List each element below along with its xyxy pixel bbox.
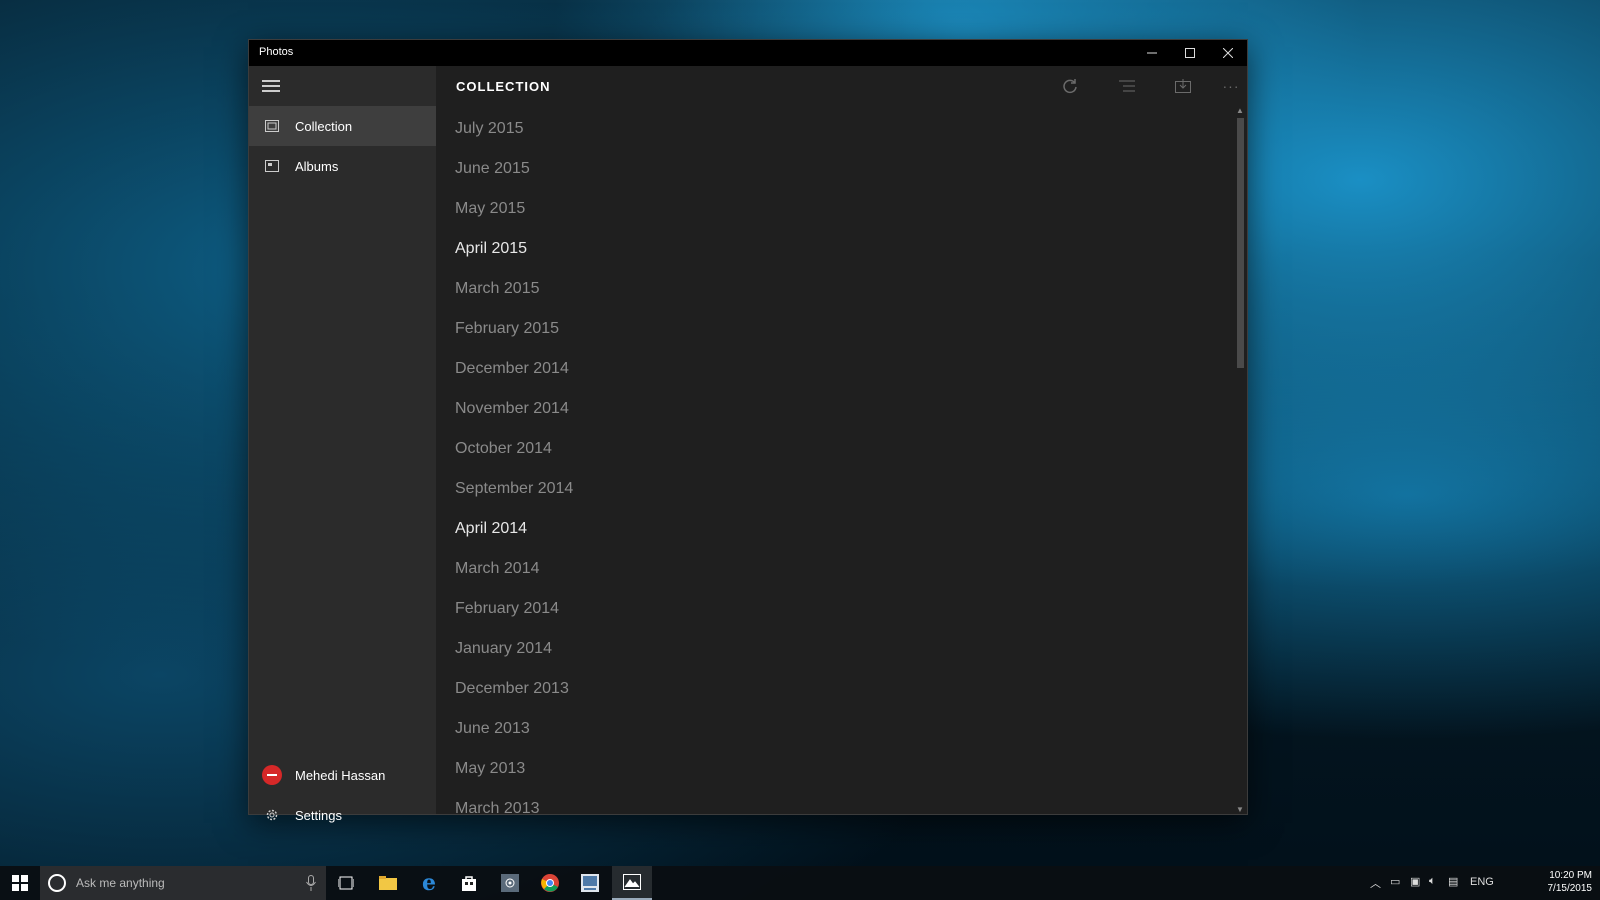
refresh-button[interactable] (1058, 74, 1082, 98)
scroll-up-icon[interactable]: ▲ (1236, 106, 1244, 115)
list-item[interactable]: May 2013 (455, 760, 525, 778)
volume-icon[interactable]: 🔈︎ (1429, 875, 1436, 888)
task-view-button[interactable] (326, 866, 366, 900)
list-item[interactable]: March 2014 (455, 560, 540, 578)
list-item[interactable]: June 2015 (455, 160, 530, 178)
sidebar-item-collection[interactable]: Collection (249, 106, 436, 146)
microphone-icon[interactable] (306, 875, 316, 891)
taskbar: Ask me anything e ︿ ▭ ▣ 🔈︎ ▤ ENG 10:20 P… (0, 866, 1600, 900)
list-item[interactable]: June 2013 (455, 720, 530, 738)
maximize-icon (1185, 48, 1195, 58)
window-title: Photos (259, 46, 294, 58)
chrome-icon (541, 874, 559, 892)
media-app-icon (501, 874, 519, 892)
user-account-item[interactable]: Mehedi Hassan (249, 755, 436, 795)
collection-icon (249, 120, 295, 132)
maximize-button[interactable] (1171, 40, 1209, 66)
chrome-button[interactable] (530, 866, 570, 900)
photos-window: Photos Collection Albums Mehedi Hassan S… (248, 39, 1248, 823)
list-item[interactable]: March 2013 (455, 800, 540, 814)
sidebar-item-settings[interactable]: Settings (249, 795, 436, 835)
hamburger-menu-button[interactable] (262, 80, 280, 94)
scrollbar-thumb[interactable] (1237, 118, 1244, 368)
list-item[interactable]: May 2015 (455, 200, 525, 218)
content-header: COLLECTION ··· (436, 66, 1247, 106)
settings-label: Settings (295, 807, 342, 823)
list-item[interactable]: October 2014 (455, 440, 552, 458)
select-list-icon (1119, 80, 1135, 92)
vertical-scrollbar[interactable]: ▲ ▼ (1233, 106, 1247, 814)
month-list[interactable]: July 2015 June 2015 May 2015 April 2015 … (436, 106, 1233, 814)
language-indicator[interactable]: ENG (1470, 876, 1494, 888)
file-explorer-button[interactable] (368, 866, 408, 900)
sidebar: Collection Albums Mehedi Hassan Settings (249, 66, 436, 823)
store-button[interactable] (449, 866, 489, 900)
refresh-icon (1063, 79, 1077, 94)
battery-icon[interactable]: ▭ (1390, 875, 1400, 888)
user-name: Mehedi Hassan (295, 767, 386, 783)
chevron-up-icon[interactable]: ︿ (1370, 875, 1381, 891)
edge-icon: e (422, 870, 436, 896)
search-placeholder: Ask me anything (76, 876, 165, 890)
scroll-down-icon[interactable]: ▼ (1236, 805, 1244, 814)
sidebar-item-label: Albums (295, 158, 339, 174)
gear-icon (249, 808, 295, 822)
list-item[interactable]: December 2013 (455, 680, 569, 698)
list-item[interactable]: April 2014 (455, 520, 527, 538)
import-button[interactable] (1171, 74, 1195, 98)
list-item[interactable]: April 2015 (455, 240, 527, 258)
list-item[interactable]: December 2014 (455, 360, 569, 378)
app-button-5[interactable] (490, 866, 530, 900)
sidebar-item-albums[interactable]: Albums (249, 146, 436, 186)
list-item[interactable]: July 2015 (455, 120, 524, 138)
more-icon: ··· (1222, 78, 1240, 94)
close-button[interactable] (1209, 40, 1247, 66)
list-item[interactable]: January 2014 (455, 640, 552, 658)
minimize-button[interactable] (1133, 40, 1171, 66)
edge-browser-button[interactable]: e (409, 866, 449, 900)
minimize-icon (1147, 52, 1157, 54)
more-options-button[interactable]: ··· (1219, 74, 1243, 98)
list-item[interactable]: November 2014 (455, 400, 569, 418)
folder-icon (379, 876, 397, 890)
start-button[interactable] (0, 866, 40, 900)
sidebar-item-label: Collection (295, 118, 353, 134)
albums-icon (249, 160, 295, 172)
hamburger-icon (262, 80, 280, 82)
clock-date: 7/15/2015 (1547, 883, 1593, 894)
cortana-icon (48, 874, 66, 892)
task-view-icon (338, 876, 354, 890)
import-icon (1175, 79, 1191, 93)
main-content: COLLECTION ··· July 2015 June 2015 May 2… (436, 66, 1247, 814)
title-bar[interactable]: Photos (249, 40, 1247, 66)
avatar (262, 765, 282, 785)
page-title: COLLECTION (456, 79, 551, 94)
clock-time: 10:20 PM (1549, 870, 1592, 881)
list-item[interactable]: March 2015 (455, 280, 540, 298)
clock[interactable]: 10:20 PM 7/15/2015 (1548, 869, 1593, 895)
windows-logo-icon (12, 875, 28, 891)
close-icon (1223, 48, 1233, 58)
network-icon[interactable]: ▣ (1410, 875, 1420, 888)
store-bag-icon (462, 876, 476, 891)
action-center-icon[interactable]: ▤ (1448, 875, 1458, 888)
image-editor-icon (581, 874, 599, 892)
select-button[interactable] (1115, 74, 1139, 98)
list-item[interactable]: September 2014 (455, 480, 573, 498)
app-button-7[interactable] (570, 866, 610, 900)
system-tray: ︿ ▭ ▣ 🔈︎ ▤ ENG 10:20 PM 7/15/2015 (1370, 866, 1600, 900)
cortana-search-box[interactable]: Ask me anything (40, 866, 326, 900)
list-item[interactable]: February 2014 (455, 600, 559, 618)
photos-app-button[interactable] (612, 866, 652, 900)
list-item[interactable]: February 2015 (455, 320, 559, 338)
photos-icon (623, 874, 641, 890)
